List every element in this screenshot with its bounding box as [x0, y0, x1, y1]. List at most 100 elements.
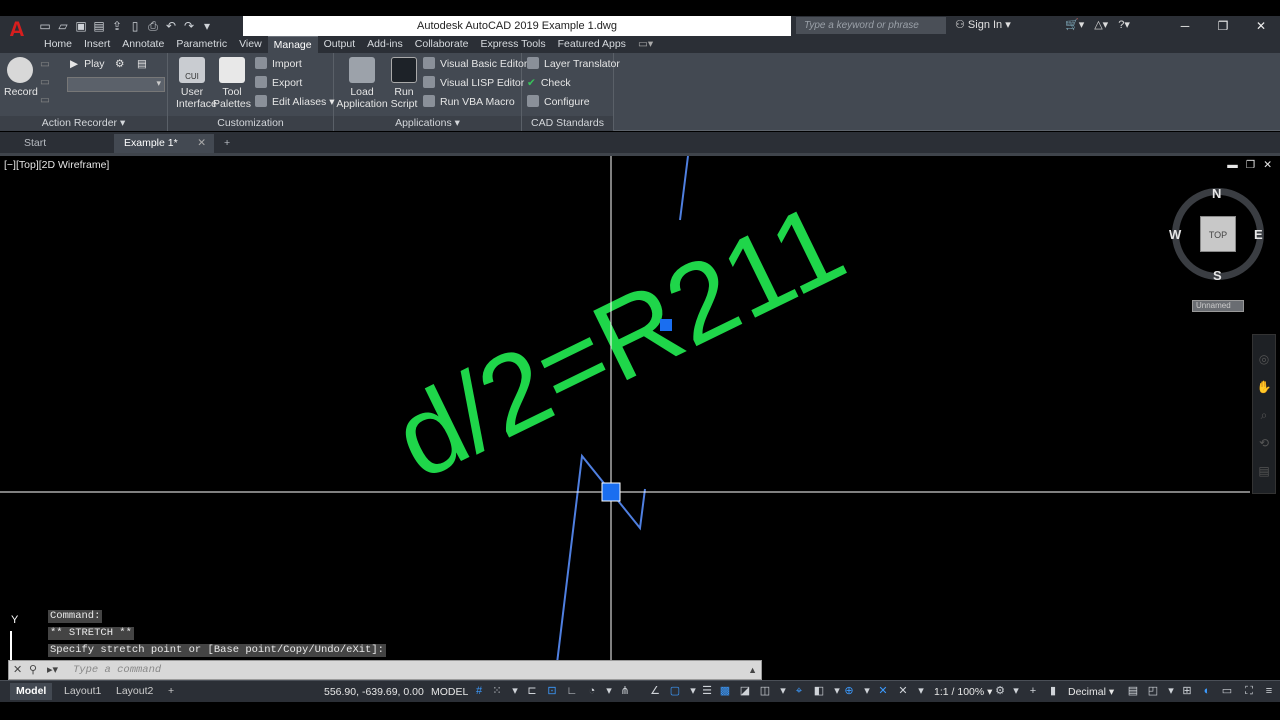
tab-output[interactable]: Output [318, 36, 362, 53]
viewcube-top-face[interactable]: TOP [1200, 216, 1236, 252]
units-icon[interactable]: ▮ [1046, 684, 1060, 698]
tab-add-ins[interactable]: Add-ins [361, 36, 409, 53]
polyline-segment-bottom[interactable] [554, 453, 646, 680]
selection-cycling-icon[interactable]: ◪ [738, 684, 752, 698]
coordinates-readout[interactable]: 556.90, -639.69, 0.00 [324, 683, 424, 701]
layer-translator-button[interactable]: Layer Translator [527, 57, 620, 71]
plot-icon[interactable]: ⎙ [146, 19, 160, 34]
units-selector[interactable]: Decimal ▾ [1068, 683, 1114, 701]
command-history-toggle-icon[interactable]: ▲ [748, 661, 757, 679]
help-search-input[interactable]: Type a keyword or phrase [796, 17, 946, 34]
object-snap-dropdown-icon[interactable]: ▾ [686, 684, 700, 698]
tab-insert[interactable]: Insert [78, 36, 116, 53]
selection-filter-icon[interactable]: ◧ [812, 684, 826, 698]
workspace-gear-icon[interactable]: ⚙ [993, 684, 1007, 698]
tab-featured-apps[interactable]: Featured Apps [552, 36, 632, 53]
snap-dropdown-icon[interactable]: ▾ [508, 684, 522, 698]
annotation-monitor-icon[interactable]: + [1026, 684, 1040, 698]
polar-tracking-icon[interactable]: ◔ [585, 684, 599, 698]
minimize-icon[interactable]: ─ [1166, 16, 1204, 36]
graphics-performance-icon[interactable]: ◐ [1200, 684, 1214, 698]
nav-steering-wheel-icon[interactable]: ◎ [1253, 345, 1275, 373]
text-grip[interactable] [660, 319, 672, 331]
dynamic-ucs-icon[interactable]: ⌖ [792, 684, 806, 698]
new-tab-icon[interactable]: + [218, 134, 240, 153]
user-interface-button[interactable]: CUI User Interface [176, 57, 217, 110]
tab-parametric[interactable]: Parametric [170, 36, 233, 53]
customize-command-line-icon[interactable]: ⚲ [29, 661, 37, 679]
viewcube-south[interactable]: S [1213, 268, 1222, 283]
tab-manage[interactable]: Manage [267, 36, 318, 53]
customization-menu-icon[interactable]: ≡ [1262, 684, 1276, 698]
visual-lisp-editor-button[interactable]: Visual LISP Editor [423, 76, 524, 90]
request-input-icon[interactable]: ▭ [40, 75, 50, 89]
auto-scale-icon[interactable]: ✕ [896, 684, 910, 698]
ortho-icon[interactable]: ∟ [565, 684, 579, 698]
quick-properties-icon[interactable]: ▤ [1126, 684, 1140, 698]
viewcube-west[interactable]: W [1169, 227, 1181, 242]
redo-icon[interactable]: ↷ [182, 19, 196, 33]
tab-collaborate[interactable]: Collaborate [409, 36, 475, 53]
panel-title-applications[interactable]: Applications ▾ [334, 116, 521, 131]
nav-pan-icon[interactable]: ✋ [1253, 373, 1275, 401]
doc-tab-example-1[interactable]: Example 1* ✕ [114, 134, 214, 153]
layout-tab-model[interactable]: Model [10, 683, 53, 700]
ucs-menu[interactable]: Unnamed [1192, 300, 1244, 312]
preferences-icon[interactable]: ⚙ [115, 57, 124, 71]
run-vba-macro-button[interactable]: Run VBA Macro [423, 95, 515, 109]
add-layout-icon[interactable]: + [162, 683, 180, 700]
gizmo-icon[interactable]: ⊕ [842, 684, 856, 698]
object-snap-tracking-icon[interactable]: ∠ [648, 684, 662, 698]
save-as-icon[interactable]: ▤ [92, 19, 106, 33]
web-mobile-icon[interactable]: ⇪ [110, 19, 124, 33]
clean-screen-icon[interactable]: ▭ [1220, 684, 1234, 698]
grid-icon[interactable]: # [472, 684, 486, 698]
play-button[interactable]: ▶ Play [70, 57, 105, 71]
panel-title-action-recorder[interactable]: Action Recorder ▾ [0, 116, 167, 131]
isometric-drafting-icon[interactable]: ⋔ [618, 684, 632, 698]
macro-select[interactable]: ▾ [67, 77, 165, 92]
viewcube-north[interactable]: N [1212, 186, 1221, 201]
sign-in-button[interactable]: ⚇ Sign In ▾ [955, 17, 1011, 34]
3d-osnap-dropdown-icon[interactable]: ▾ [776, 684, 790, 698]
open-file-icon[interactable]: ▱ [56, 19, 70, 33]
export-button[interactable]: Export [255, 76, 302, 90]
close-tab-icon[interactable]: ✕ [197, 134, 206, 153]
tab-view[interactable]: View [233, 36, 268, 53]
close-icon[interactable]: ✕ [1242, 16, 1280, 36]
transparency-icon[interactable]: ▩ [718, 684, 732, 698]
nav-zoom-icon[interactable]: ⌕ [1253, 401, 1275, 429]
model-space-toggle[interactable]: MODEL [431, 683, 468, 701]
help-icon[interactable]: ?▾ [1118, 17, 1130, 34]
recent-commands-icon[interactable]: ▸▾ [47, 661, 58, 679]
run-script-button[interactable]: Run Script [390, 57, 418, 110]
full-screen-icon[interactable]: ⛶ [1242, 684, 1256, 698]
snap-icon[interactable]: ⁙ [490, 684, 504, 698]
tab-home[interactable]: Home [38, 36, 78, 53]
edit-aliases-button[interactable]: Edit Aliases ▾ [255, 95, 334, 109]
isolate-objects-icon[interactable]: ⊞ [1180, 684, 1194, 698]
manage-macros-icon[interactable]: ▤ [137, 57, 147, 71]
tab-annotate[interactable]: Annotate [116, 36, 170, 53]
lineweight-icon[interactable]: ☰ [700, 684, 714, 698]
object-snap-icon[interactable]: ▢ [668, 684, 682, 698]
tab-express-tools[interactable]: Express Tools [474, 36, 551, 53]
polyline-segment-top[interactable] [679, 156, 689, 221]
drawing-viewport[interactable]: [−][Top][2D Wireframe] ▬ ❐ ✕ d/2=R211 Y … [0, 156, 1280, 680]
save-icon[interactable]: ▣ [74, 19, 88, 33]
auto-scale-dropdown-icon[interactable]: ▾ [914, 684, 928, 698]
insert-message-icon[interactable]: ▭ [40, 57, 50, 71]
nav-orbit-icon[interactable]: ⟲ [1253, 429, 1275, 457]
gizmo-menu-icon[interactable]: ▾ [860, 684, 874, 698]
cart-icon[interactable]: 🛒▾ [1065, 17, 1084, 34]
tool-palettes-button[interactable]: Tool Palettes [212, 57, 252, 110]
check-button[interactable]: ✔ Check [527, 76, 571, 90]
restore-icon[interactable]: ❐ [1204, 16, 1242, 36]
close-command-line-icon[interactable]: ✕ [13, 661, 22, 679]
configure-button[interactable]: Configure [527, 95, 590, 109]
workspace-dropdown-icon[interactable]: ▾ [1009, 684, 1023, 698]
layout-tab-layout1[interactable]: Layout1 [58, 683, 107, 700]
doc-tab-start[interactable]: Start [14, 134, 114, 153]
a360-icon[interactable]: △▾ [1094, 17, 1108, 34]
insert-base-point-icon[interactable]: ▭ [40, 93, 50, 107]
